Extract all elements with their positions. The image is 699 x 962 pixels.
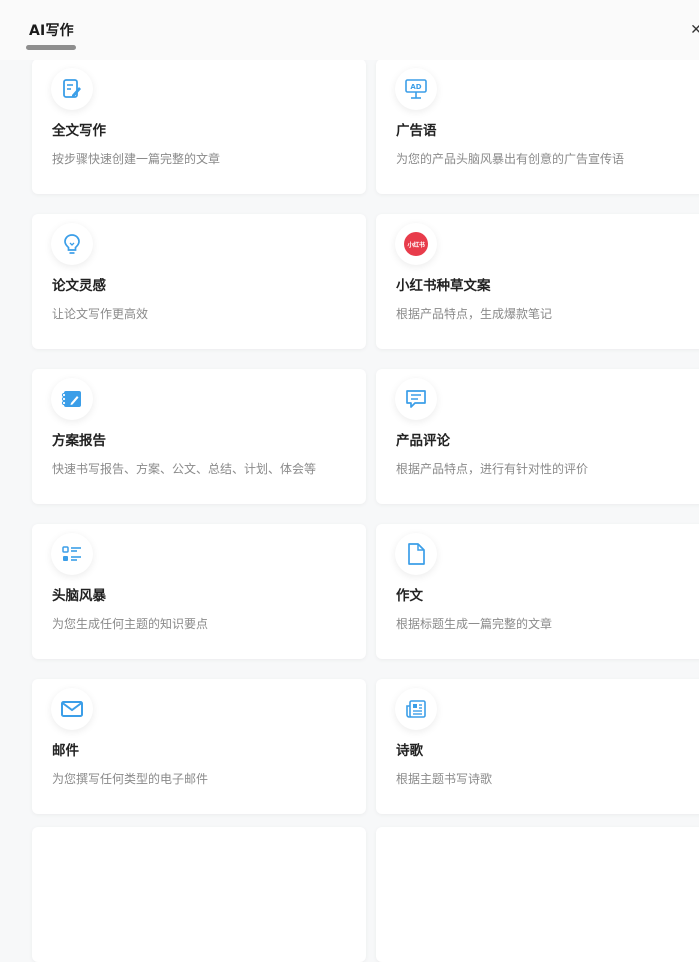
card-description: 快速书写报告、方案、公文、总结、计划、体会等 [52,462,317,476]
card-product-review[interactable]: 产品评论 根据产品特点，进行有针对性的评价 [376,369,699,504]
card-title: 全文写作 [52,123,106,139]
page-title: AI写作 [29,23,74,39]
card-description: 为您的产品头脑风暴出有创意的广告宣传语 [396,152,625,166]
card-essay[interactable]: 作文 根据标题生成一篇完整的文章 [376,524,699,659]
comment-bubble-icon [395,378,437,420]
list-icon [51,533,93,575]
card-description: 按步骤快速创建一篇完整的文章 [52,152,221,166]
card-title: 产品评论 [396,433,450,449]
card-email[interactable]: 邮件 为您撰写任何类型的电子邮件 [32,679,366,814]
card-brainstorm[interactable]: 头脑风暴 为您生成任何主题的知识要点 [32,524,366,659]
card-description: 根据标题生成一篇完整的文章 [396,617,553,631]
xiaohongshu-logo-text: 小红书 [407,241,425,249]
card-slogan[interactable]: AD 广告语 为您的产品头脑风暴出有创意的广告宣传语 [376,59,699,194]
card-description: 根据主题书写诗歌 [396,772,493,786]
card-title: 作文 [396,588,423,604]
card-xiaohongshu-copy[interactable]: 小红书 小红书种草文案 根据产品特点，生成爆款笔记 [376,214,699,349]
card-title: 小红书种草文案 [396,278,491,294]
lightbulb-icon [51,223,93,265]
card-title: 论文灵感 [52,278,106,294]
card-description: 为您撰写任何类型的电子邮件 [52,772,209,786]
card-description: 根据产品特点，生成爆款笔记 [396,307,553,321]
svg-text:AD: AD [410,83,421,91]
xiaohongshu-icon: 小红书 [395,223,437,265]
card-title: 广告语 [396,123,437,139]
mail-icon [51,688,93,730]
writing-tools-grid: 全文写作 按步骤快速创建一篇完整的文章 AD 广告语 为您的产品头脑风暴出有创意… [0,0,699,962]
card-poetry[interactable]: 诗歌 根据主题书写诗歌 [376,679,699,814]
header-bar: AI写作 ✕ [0,0,699,60]
newspaper-icon [395,688,437,730]
card-partial-left[interactable] [32,827,366,962]
active-tab-indicator [26,45,76,50]
notebook-pen-icon [51,378,93,420]
card-title: 诗歌 [396,743,423,759]
card-description: 让论文写作更高效 [52,307,149,321]
card-plan-report[interactable]: 方案报告 快速书写报告、方案、公文、总结、计划、体会等 [32,369,366,504]
edit-document-icon [51,68,93,110]
card-thesis-inspiration[interactable]: 论文灵感 让论文写作更高效 [32,214,366,349]
card-partial-right[interactable] [376,827,699,962]
card-full-text-writing[interactable]: 全文写作 按步骤快速创建一篇完整的文章 [32,59,366,194]
card-description: 根据产品特点，进行有针对性的评价 [396,462,589,476]
card-title: 方案报告 [52,433,106,449]
card-title: 邮件 [52,743,79,759]
file-icon [395,533,437,575]
card-title: 头脑风暴 [52,588,106,604]
close-icon[interactable]: ✕ [690,22,699,38]
ad-board-icon: AD [395,68,437,110]
card-description: 为您生成任何主题的知识要点 [52,617,209,631]
